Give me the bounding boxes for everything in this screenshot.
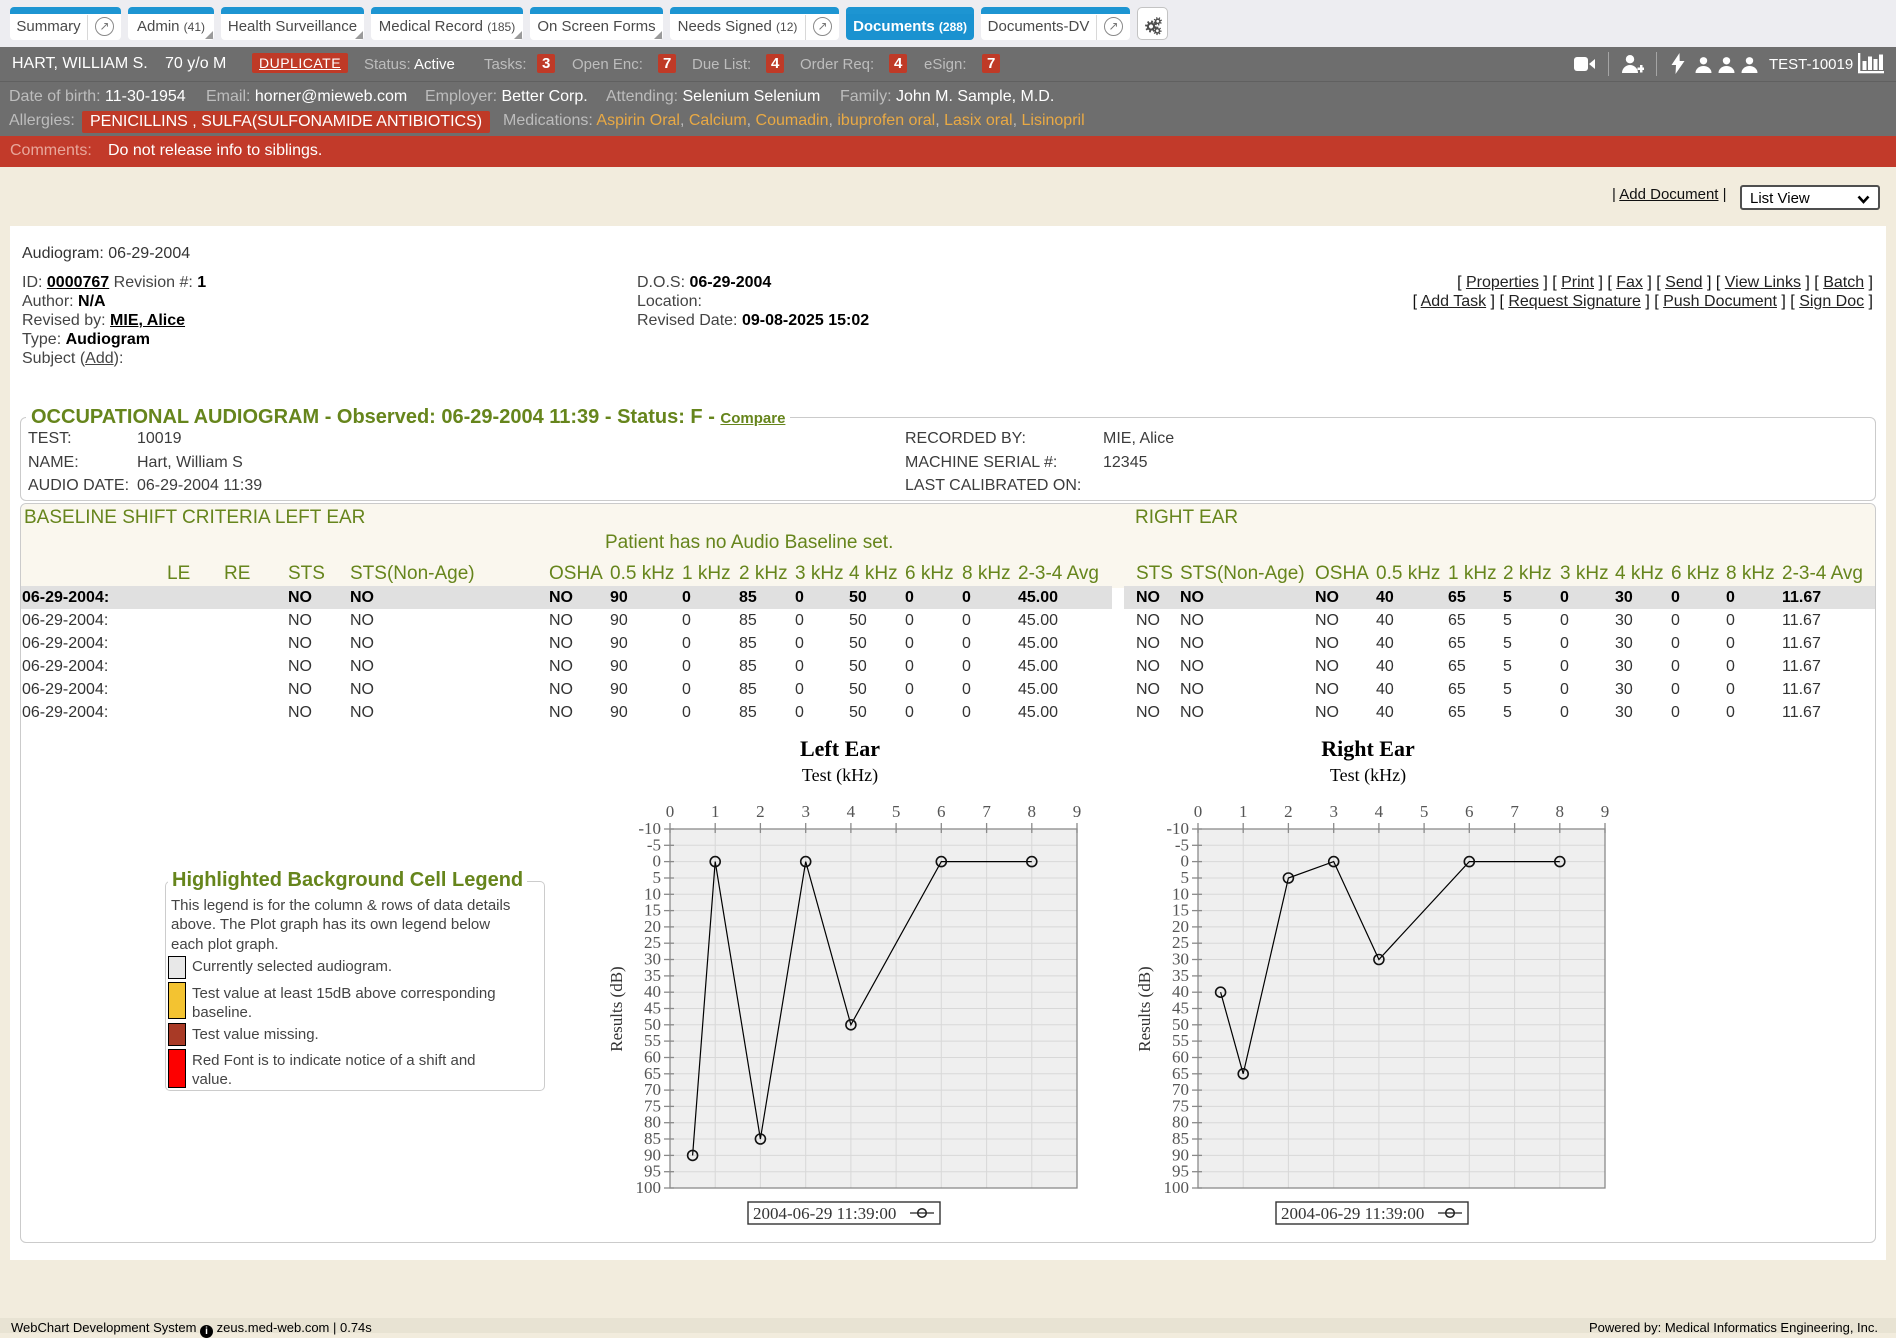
svg-text:Test (kHz): Test (kHz) (1330, 765, 1406, 786)
svg-text:2: 2 (1284, 802, 1293, 821)
svg-text:0: 0 (666, 802, 675, 821)
svg-text:Results (dB): Results (dB) (1135, 966, 1154, 1051)
svg-text:1: 1 (711, 802, 720, 821)
svg-text:6: 6 (1465, 802, 1474, 821)
svg-text:2004-06-29 11:39:00: 2004-06-29 11:39:00 (1281, 1204, 1424, 1223)
svg-text:7: 7 (1510, 802, 1519, 821)
svg-text:8: 8 (1028, 802, 1037, 821)
svg-text:Results (dB): Results (dB) (607, 966, 626, 1051)
svg-text:0: 0 (1194, 802, 1203, 821)
svg-text:2: 2 (756, 802, 765, 821)
svg-text:4: 4 (847, 802, 856, 821)
svg-text:3: 3 (801, 802, 810, 821)
svg-text:100: 100 (636, 1178, 662, 1197)
svg-text:8: 8 (1556, 802, 1565, 821)
svg-text:Right Ear: Right Ear (1321, 736, 1415, 761)
svg-text:9: 9 (1073, 802, 1082, 821)
svg-text:100: 100 (1164, 1178, 1190, 1197)
svg-text:3: 3 (1329, 802, 1338, 821)
svg-text:4: 4 (1375, 802, 1384, 821)
svg-text:2004-06-29 11:39:00: 2004-06-29 11:39:00 (753, 1204, 896, 1223)
svg-text:5: 5 (892, 802, 901, 821)
svg-text:6: 6 (937, 802, 946, 821)
svg-text:Test (kHz): Test (kHz) (802, 765, 878, 786)
svg-text:5: 5 (1420, 802, 1429, 821)
svg-text:1: 1 (1239, 802, 1248, 821)
svg-text:Left Ear: Left Ear (800, 736, 880, 761)
svg-text:9: 9 (1601, 802, 1610, 821)
svg-text:7: 7 (982, 802, 991, 821)
